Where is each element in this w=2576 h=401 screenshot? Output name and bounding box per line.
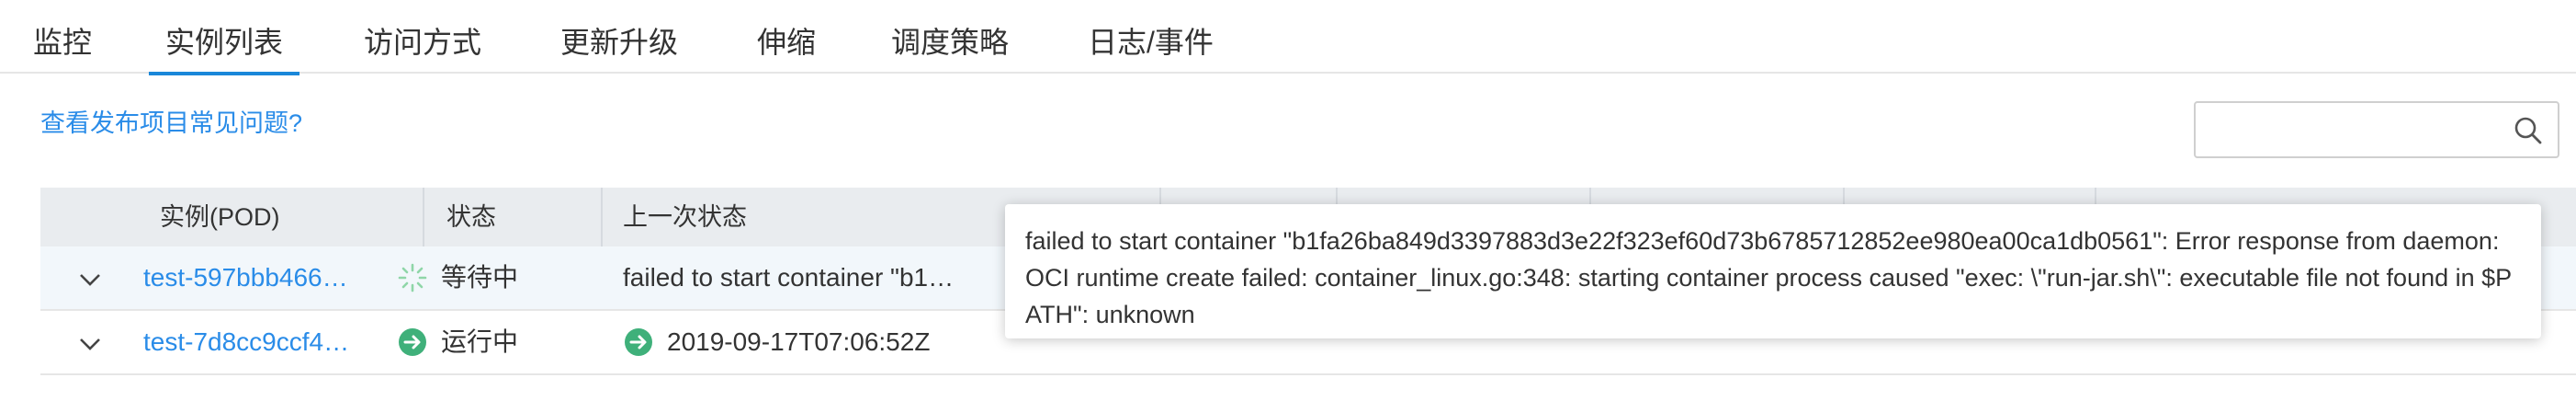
last-status-cell: 2019-09-17T07:06:52Z (623, 311, 930, 373)
tab-update-upgrade[interactable]: 更新升级 (560, 22, 678, 74)
tab-scaling[interactable]: 伸缩 (757, 22, 816, 74)
tab-logs-events[interactable]: 日志/事件 (1088, 22, 1214, 74)
search-icon[interactable] (2514, 116, 2543, 145)
header-last-status: 上一次状态 (623, 203, 747, 231)
error-tooltip: failed to start container "b1fa26ba849d3… (1005, 204, 2541, 338)
search-input[interactable] (2207, 110, 2504, 151)
help-faq-link[interactable]: 查看发布项目常见问题? (40, 103, 302, 139)
search-box (2194, 101, 2559, 158)
status-cell: 等待中 (397, 246, 518, 309)
running-arrow-icon (399, 328, 426, 356)
header-status: 状态 (446, 203, 496, 231)
spinner-icon (398, 263, 427, 292)
tab-scheduling-policy[interactable]: 调度策略 (891, 22, 1009, 74)
chevron-down-icon[interactable] (77, 267, 103, 292)
tab-bar: 监控 实例列表 访问方式 更新升级 伸缩 调度策略 日志/事件 (0, 0, 2576, 75)
tab-monitor[interactable]: 监控 (33, 22, 92, 74)
status-cell: 运行中 (397, 311, 518, 373)
header-pod: 实例(POD) (160, 203, 280, 231)
status-text: 等待中 (441, 263, 519, 292)
chevron-down-icon[interactable] (77, 331, 103, 357)
pod-name-link[interactable]: test-7d8cc9ccf4… (143, 311, 360, 373)
tab-instance-list[interactable]: 实例列表 (148, 22, 300, 75)
last-status-text[interactable]: failed to start container "b1… (623, 246, 990, 309)
status-text: 运行中 (441, 327, 519, 356)
last-status-text: 2019-09-17T07:06:52Z (667, 327, 931, 356)
pod-name-link[interactable]: test-597bbb466… (143, 246, 360, 309)
running-arrow-icon (625, 328, 652, 356)
column-divider (423, 188, 424, 246)
column-divider (601, 188, 603, 246)
tab-access-method[interactable]: 访问方式 (364, 22, 481, 74)
